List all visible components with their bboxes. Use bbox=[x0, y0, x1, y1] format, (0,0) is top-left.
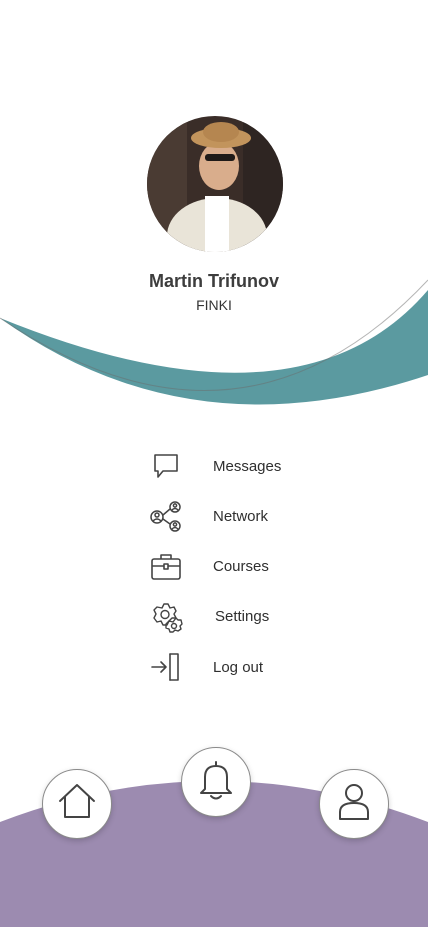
profile-button[interactable] bbox=[319, 769, 389, 839]
menu-item-logout[interactable]: Log out bbox=[140, 647, 340, 687]
menu-item-network[interactable]: Network bbox=[140, 496, 340, 536]
menu-item-settings[interactable]: Settings bbox=[140, 596, 340, 636]
menu-item-messages[interactable]: Messages bbox=[140, 446, 340, 486]
gear-icon bbox=[140, 596, 192, 636]
home-icon bbox=[57, 782, 97, 827]
user-icon bbox=[334, 782, 374, 827]
menu-item-label: Courses bbox=[213, 557, 269, 575]
avatar[interactable] bbox=[147, 116, 283, 252]
profile-organization: FINKI bbox=[196, 297, 232, 313]
menu-item-label: Network bbox=[213, 507, 269, 525]
menu-item-label: Log out bbox=[213, 658, 264, 676]
avatar-photo bbox=[147, 116, 283, 252]
menu-item-label: Messages bbox=[213, 457, 282, 475]
menu-item-label: Settings bbox=[215, 607, 270, 625]
menu-item-courses[interactable]: Courses bbox=[140, 546, 340, 586]
chat-bubble-icon bbox=[140, 446, 192, 486]
bell-icon bbox=[196, 759, 236, 806]
logout-icon bbox=[140, 647, 192, 687]
home-button[interactable] bbox=[42, 769, 112, 839]
notifications-button[interactable] bbox=[181, 747, 251, 817]
profile-name: Martin Trifunov bbox=[149, 271, 279, 291]
briefcase-icon bbox=[140, 546, 192, 586]
network-icon bbox=[140, 496, 192, 536]
